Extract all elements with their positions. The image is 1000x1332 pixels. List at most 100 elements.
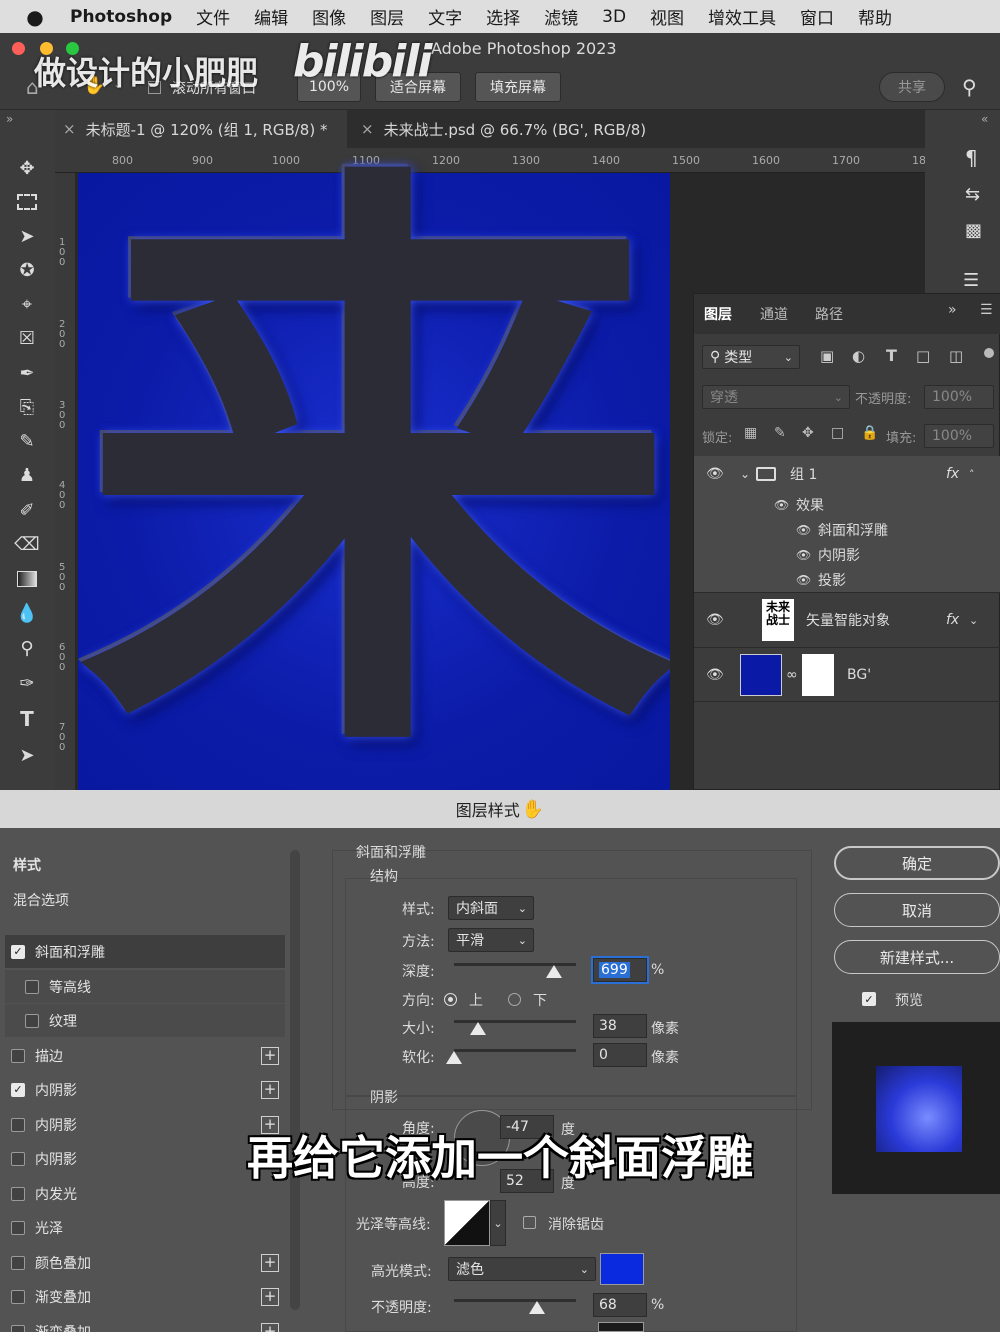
healing-brush-tool-icon[interactable]: ⎘	[14, 394, 40, 420]
move-tool-icon[interactable]: ✥	[14, 155, 40, 181]
eyedropper-tool-icon[interactable]: ✒	[14, 360, 40, 386]
visibility-eye-icon[interactable]: 👁	[706, 667, 724, 683]
marquee-tool-icon[interactable]	[14, 189, 40, 215]
menu-image[interactable]: 图像	[312, 4, 346, 29]
new-style-button[interactable]: 新建样式...	[834, 940, 1000, 974]
shadow-color-swatch[interactable]	[598, 1322, 644, 1332]
dodge-tool-icon[interactable]: ⚲	[14, 635, 40, 661]
close-window-button[interactable]	[12, 42, 25, 55]
style-item[interactable]: ✓ 斜面和浮雕	[5, 935, 285, 968]
character-icon[interactable]: ⇆	[965, 184, 980, 205]
chevron-down-icon[interactable]: ⌄	[740, 467, 750, 481]
visibility-eye-icon[interactable]: 👁	[706, 466, 724, 482]
path-select-tool-icon[interactable]: ➤	[14, 742, 40, 768]
pen-tool-icon[interactable]: ✑	[14, 670, 40, 696]
tab-channels[interactable]: 通道	[760, 304, 788, 324]
depth-input[interactable]: 699	[593, 958, 647, 982]
layer-effects-row[interactable]: 👁 效果	[694, 492, 1000, 517]
soften-slider-thumb[interactable]	[446, 1051, 462, 1064]
expand-panel-icon[interactable]: »	[6, 112, 13, 126]
lock-paint-icon[interactable]: ✎	[774, 425, 786, 441]
style-checkbox[interactable]	[11, 1324, 25, 1332]
layer-row-bg[interactable]: 👁 ∞ BG'	[694, 647, 1000, 702]
lock-artboard-icon[interactable]: □	[831, 425, 844, 441]
menu-help[interactable]: 帮助	[858, 4, 892, 29]
style-item[interactable]: ✓ 内阴影 +	[5, 1073, 285, 1106]
chevron-down-icon[interactable]: ⌄	[969, 614, 978, 627]
fill-screen-button[interactable]: 填充屏幕	[475, 72, 561, 102]
style-checkbox[interactable]	[11, 1289, 25, 1304]
ok-button[interactable]: 确定	[834, 846, 1000, 880]
visibility-eye-icon[interactable]: 👁	[796, 573, 811, 587]
apple-icon[interactable]: ●	[0, 5, 70, 29]
menu-filter[interactable]: 滤镜	[544, 4, 578, 29]
collapse-panel-icon[interactable]: «	[981, 112, 988, 126]
style-checkbox[interactable]	[11, 1048, 25, 1063]
style-item[interactable]: 颜色叠加 +	[5, 1246, 285, 1279]
styles-scrollbar[interactable]	[290, 850, 300, 1310]
menu-app[interactable]: Photoshop	[70, 7, 172, 27]
highlight-color-swatch[interactable]	[600, 1253, 644, 1285]
layer-filter-select[interactable]: ⚲ 类型 ⌄	[702, 345, 800, 369]
gloss-contour-picker[interactable]	[444, 1200, 490, 1246]
menu-layer[interactable]: 图层	[370, 4, 404, 29]
size-slider-thumb[interactable]	[470, 1022, 487, 1035]
bevel-method-select[interactable]: 平滑 ⌄	[448, 928, 534, 952]
menu-plugins[interactable]: 增效工具	[708, 4, 776, 29]
panel-collapse-icon[interactable]: »	[948, 302, 957, 318]
add-effect-icon[interactable]: +	[261, 1046, 279, 1065]
gradient-tool-icon[interactable]	[14, 566, 40, 592]
layer-mask-thumbnail[interactable]	[802, 654, 834, 696]
bevel-style-select[interactable]: 内斜面 ⌄	[448, 896, 534, 920]
style-item[interactable]: 渐变叠加 +	[5, 1315, 285, 1332]
share-button[interactable]: 共享	[879, 72, 945, 102]
menu-edit[interactable]: 编辑	[254, 4, 288, 29]
highlight-opacity-track[interactable]	[454, 1299, 576, 1302]
layer-row-group[interactable]: 👁 ⌄ 组 1 fx ˄	[694, 456, 1000, 492]
tab-untitled[interactable]: × 未标题-1 @ 120% (组 1, RGB/8) *	[55, 110, 347, 148]
panel-menu-icon[interactable]: ☰	[980, 302, 993, 318]
menu-window[interactable]: 窗口	[800, 4, 834, 29]
chevron-down-icon[interactable]: ⌄	[490, 1200, 506, 1246]
style-checkbox[interactable]	[11, 1255, 25, 1270]
style-item[interactable]: 描边 +	[5, 1039, 285, 1072]
menu-type[interactable]: 文字	[428, 4, 462, 29]
type-tool-icon[interactable]: T	[14, 706, 40, 732]
visibility-eye-icon[interactable]: 👁	[796, 523, 811, 537]
layer-row-smart-object[interactable]: 👁 未来战士 矢量智能对象 fx ⌄	[694, 592, 1000, 647]
filter-shape-icon[interactable]: □	[916, 347, 930, 365]
blend-mode-select[interactable]: 穿透 ⌄	[702, 385, 850, 409]
soften-input[interactable]: 0	[593, 1043, 647, 1067]
menu-file[interactable]: 文件	[196, 4, 230, 29]
menu-view[interactable]: 视图	[650, 4, 684, 29]
style-checkbox[interactable]: ✓	[11, 944, 25, 959]
tab-paths[interactable]: 路径	[815, 304, 843, 324]
tab-future-warrior[interactable]: × 未来战士.psd @ 66.7% (BG', RGB/8)	[353, 110, 646, 148]
close-tab-icon[interactable]: ×	[361, 120, 374, 138]
lock-position-icon[interactable]: ✥	[802, 425, 814, 441]
close-tab-icon[interactable]: ×	[63, 120, 76, 138]
style-checkbox[interactable]	[25, 1013, 39, 1028]
blend-options-item[interactable]: 混合选项	[5, 883, 285, 916]
add-effect-icon[interactable]: +	[261, 1080, 279, 1099]
paragraph-icon[interactable]: ¶	[965, 146, 978, 170]
visibility-eye-icon[interactable]: 👁	[796, 548, 811, 562]
cancel-button[interactable]: 取消	[834, 893, 1000, 927]
fx-icon[interactable]: fx	[946, 466, 959, 482]
quick-select-tool-icon[interactable]: ✪	[14, 257, 40, 283]
highlight-opacity-thumb[interactable]	[528, 1301, 545, 1314]
highlight-mode-select[interactable]: 滤色 ⌄	[448, 1257, 596, 1281]
filter-pixel-icon[interactable]: ▣	[820, 347, 834, 365]
direction-up-radio[interactable]	[444, 993, 457, 1006]
effect-row-inner-shadow[interactable]: 👁 内阴影	[694, 542, 1000, 567]
size-input[interactable]: 38	[593, 1014, 647, 1038]
menu-select[interactable]: 选择	[486, 4, 520, 29]
add-effect-icon[interactable]: +	[261, 1322, 279, 1332]
antialias-checkbox[interactable]	[523, 1216, 536, 1229]
filter-adjustment-icon[interactable]: ◐	[852, 347, 865, 365]
opacity-field[interactable]: 100%	[924, 385, 994, 409]
style-item[interactable]: 纹理	[5, 1004, 285, 1037]
effect-row-drop-shadow[interactable]: 👁 投影	[694, 567, 1000, 592]
highlight-opacity-input[interactable]: 68	[593, 1293, 647, 1317]
style-checkbox[interactable]	[11, 1186, 25, 1201]
